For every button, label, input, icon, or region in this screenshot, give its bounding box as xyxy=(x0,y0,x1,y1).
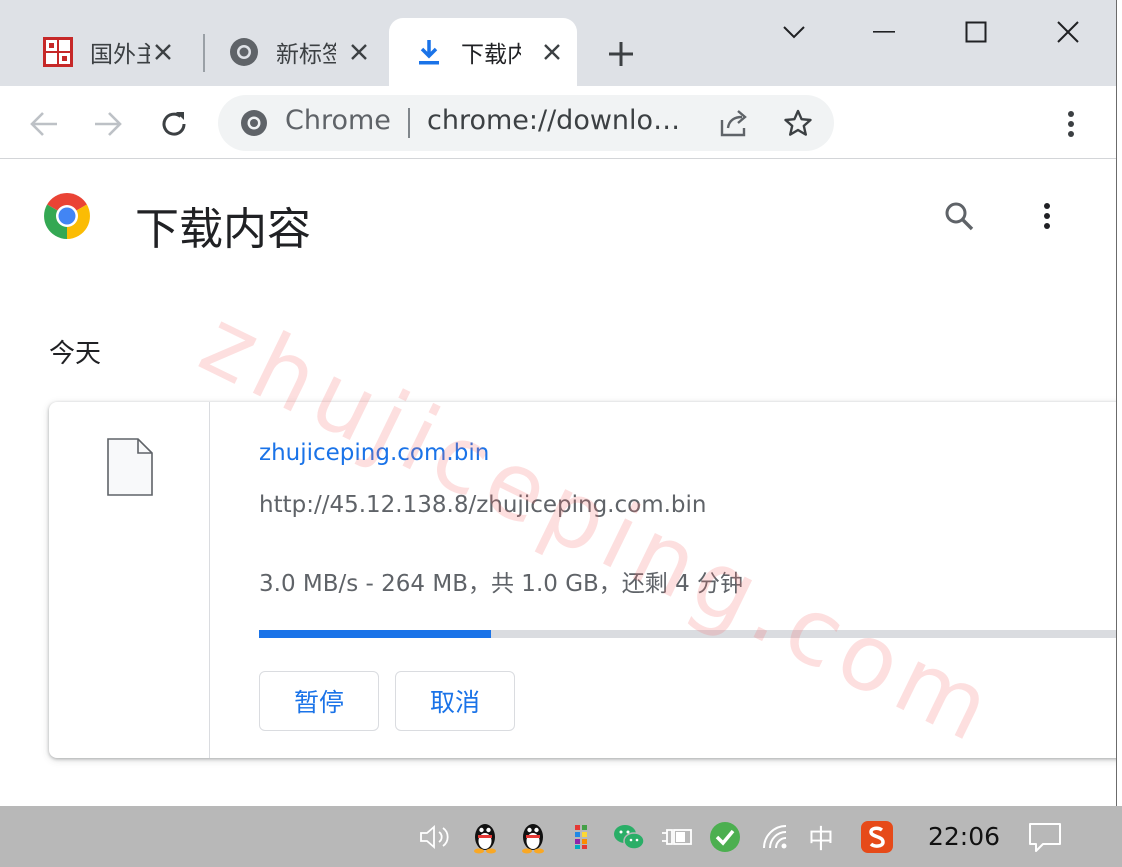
downloads-page: 下载内容 今天 zhujiceping.com.bin http://45.12… xyxy=(0,159,1116,806)
omnibox-divider xyxy=(408,108,410,138)
taskbar: 中 22:06 xyxy=(0,806,1122,867)
browser-menu-button[interactable] xyxy=(1049,102,1093,146)
volume-icon[interactable] xyxy=(418,820,452,854)
date-heading: 今天 xyxy=(49,339,102,369)
page-menu-button[interactable] xyxy=(1026,195,1068,237)
maximize-icon xyxy=(965,21,987,43)
download-item-card: zhujiceping.com.bin http://45.12.138.8/z… xyxy=(49,402,1116,758)
search-button[interactable] xyxy=(938,195,980,237)
back-button[interactable] xyxy=(22,102,66,146)
progress-fill xyxy=(259,630,491,638)
toolbar: Chrome chrome://downloads xyxy=(0,86,1116,159)
close-icon[interactable] xyxy=(539,39,565,65)
more-vertical-icon xyxy=(1068,111,1074,137)
tab-title: 下载内 xyxy=(461,42,521,68)
close-icon[interactable] xyxy=(150,39,176,65)
source-url: http://45.12.138.8/zhujiceping.com.bin xyxy=(259,492,707,518)
more-vertical-icon xyxy=(1044,203,1050,229)
wechat-icon[interactable] xyxy=(612,820,646,854)
red-seal-icon xyxy=(40,34,76,70)
wifi-icon[interactable] xyxy=(760,820,794,854)
maximize-button[interactable] xyxy=(954,10,998,54)
qq-penguin-icon[interactable] xyxy=(468,820,502,854)
download-status: 3.0 MB/s - 264 MB，共 1.0 GB，还剩 4 分钟 xyxy=(259,571,744,597)
forward-button[interactable] xyxy=(86,102,130,146)
download-icon xyxy=(411,34,447,70)
tab-downloads[interactable]: 下载内 xyxy=(389,18,577,86)
chrome-icon[interactable] xyxy=(238,107,270,139)
progress-bar xyxy=(259,630,1116,638)
colorful-grid-icon[interactable] xyxy=(566,820,600,854)
cancel-button[interactable]: 取消 xyxy=(395,671,515,731)
pause-button[interactable]: 暂停 xyxy=(259,671,379,731)
address-bar[interactable]: Chrome chrome://downloads xyxy=(218,95,834,151)
arrow-left-icon xyxy=(30,112,57,136)
tab-new-tab[interactable]: 新标签 xyxy=(204,18,384,86)
tab-title: 国外主 xyxy=(90,42,150,68)
plus-icon xyxy=(609,42,633,66)
tab-search-button[interactable] xyxy=(772,10,816,54)
reload-icon xyxy=(162,112,186,136)
browser-window: 国外主 新标签 下载内 xyxy=(0,0,1117,806)
chevron-down-icon xyxy=(783,26,805,39)
clock[interactable]: 22:06 xyxy=(928,822,1000,851)
arrow-right-icon xyxy=(95,112,122,136)
new-tab-button[interactable] xyxy=(603,36,639,72)
bookmark-star-icon[interactable] xyxy=(780,105,816,141)
tab-guowai[interactable]: 国外主 xyxy=(18,18,188,86)
tab-strip: 国外主 新标签 下载内 xyxy=(0,0,1116,86)
omnibox-chip-label: Chrome xyxy=(285,105,391,136)
minimize-button[interactable] xyxy=(862,10,906,54)
reload-button[interactable] xyxy=(152,102,196,146)
tab-title: 新标签 xyxy=(276,42,336,68)
qq-penguin-icon[interactable] xyxy=(516,820,550,854)
url-text[interactable]: chrome://downloads xyxy=(427,105,687,136)
search-icon xyxy=(945,202,974,231)
ime-indicator[interactable]: 中 xyxy=(804,820,838,855)
file-icon-column xyxy=(49,402,210,758)
close-icon xyxy=(1057,21,1079,43)
close-window-button[interactable] xyxy=(1046,10,1090,54)
chrome-icon xyxy=(226,34,262,70)
sogou-input-icon[interactable] xyxy=(860,820,894,854)
notification-icon[interactable] xyxy=(1025,818,1065,858)
close-icon[interactable] xyxy=(346,39,372,65)
file-name-link[interactable]: zhujiceping.com.bin xyxy=(259,440,489,466)
minimize-icon xyxy=(873,31,895,33)
chrome-logo-icon xyxy=(44,193,90,239)
share-icon[interactable] xyxy=(716,105,752,141)
security-check-icon[interactable] xyxy=(708,820,742,854)
file-icon xyxy=(107,438,153,496)
page-title: 下载内容 xyxy=(135,204,311,255)
battery-plug-icon[interactable] xyxy=(660,820,694,854)
